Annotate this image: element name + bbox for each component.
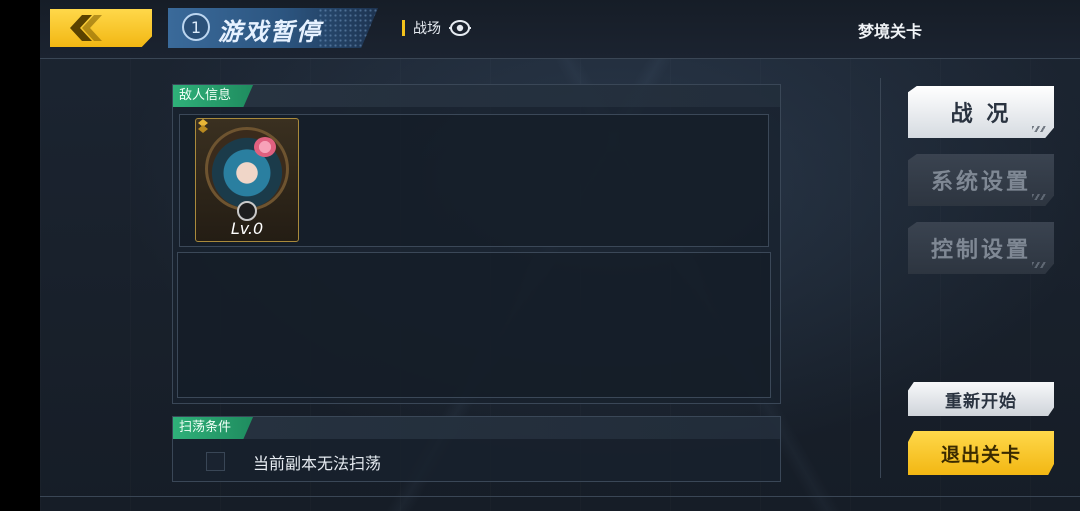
exit-stage-button[interactable]: 退出关卡 (908, 431, 1054, 475)
battle-status-label: 战 况 (950, 102, 1012, 127)
exit-stage-label: 退出关卡 (940, 443, 1021, 466)
rank-diamond-icon (198, 119, 208, 133)
battlefield-indicator[interactable]: 战场 (402, 18, 471, 38)
stage-name: 梦境关卡 (858, 22, 923, 41)
element-icon (237, 201, 257, 221)
enemy-card[interactable]: Lv.0 (195, 118, 299, 242)
battle-status-button[interactable]: 战 况 (908, 86, 1054, 138)
sweep-checkbox[interactable] (206, 452, 225, 471)
game-screen: 1 游戏暂停 战场 梦境关卡 敌人信息 Lv.0 扫荡条件 当前副本无法扫荡 战… (40, 0, 1080, 511)
control-settings-label: 控制设置 (930, 238, 1031, 263)
enemy-detail-box (177, 252, 771, 398)
control-settings-button[interactable]: 控制设置 (908, 222, 1054, 274)
eye-target-icon (449, 20, 471, 36)
system-settings-button[interactable]: 系统设置 (908, 154, 1054, 206)
page-title: 游戏暂停 (218, 18, 322, 46)
sweep-panel-header: 扫荡条件 (173, 417, 780, 439)
top-bar: 1 游戏暂停 战场 梦境关卡 (40, 0, 1080, 59)
hair-flower-decoration (254, 137, 276, 157)
battlefield-marker (402, 20, 405, 36)
corner-stripes-icon (1032, 126, 1046, 132)
enemy-info-heading: 敌人信息 (173, 85, 254, 107)
enemy-level: Lv.0 (230, 219, 264, 238)
bottom-divider (40, 496, 1080, 497)
corner-stripes-icon (1032, 194, 1046, 200)
restart-button[interactable]: 重新开始 (908, 382, 1054, 416)
side-divider (880, 78, 881, 478)
step-number-badge: 1 (182, 13, 210, 41)
title-tab-pattern (318, 8, 378, 48)
sweep-condition-text: 当前副本无法扫荡 (253, 454, 382, 473)
sweep-heading: 扫荡条件 (173, 417, 254, 439)
chevron-left-icon (70, 15, 102, 41)
back-button[interactable] (50, 9, 152, 47)
enemy-portrait (205, 127, 289, 211)
corner-stripes-icon (1032, 262, 1046, 268)
battlefield-label: 战场 (413, 21, 441, 37)
enemy-info-header: 敌人信息 (173, 85, 780, 107)
restart-label: 重新开始 (945, 391, 1017, 412)
system-settings-label: 系统设置 (930, 170, 1031, 195)
